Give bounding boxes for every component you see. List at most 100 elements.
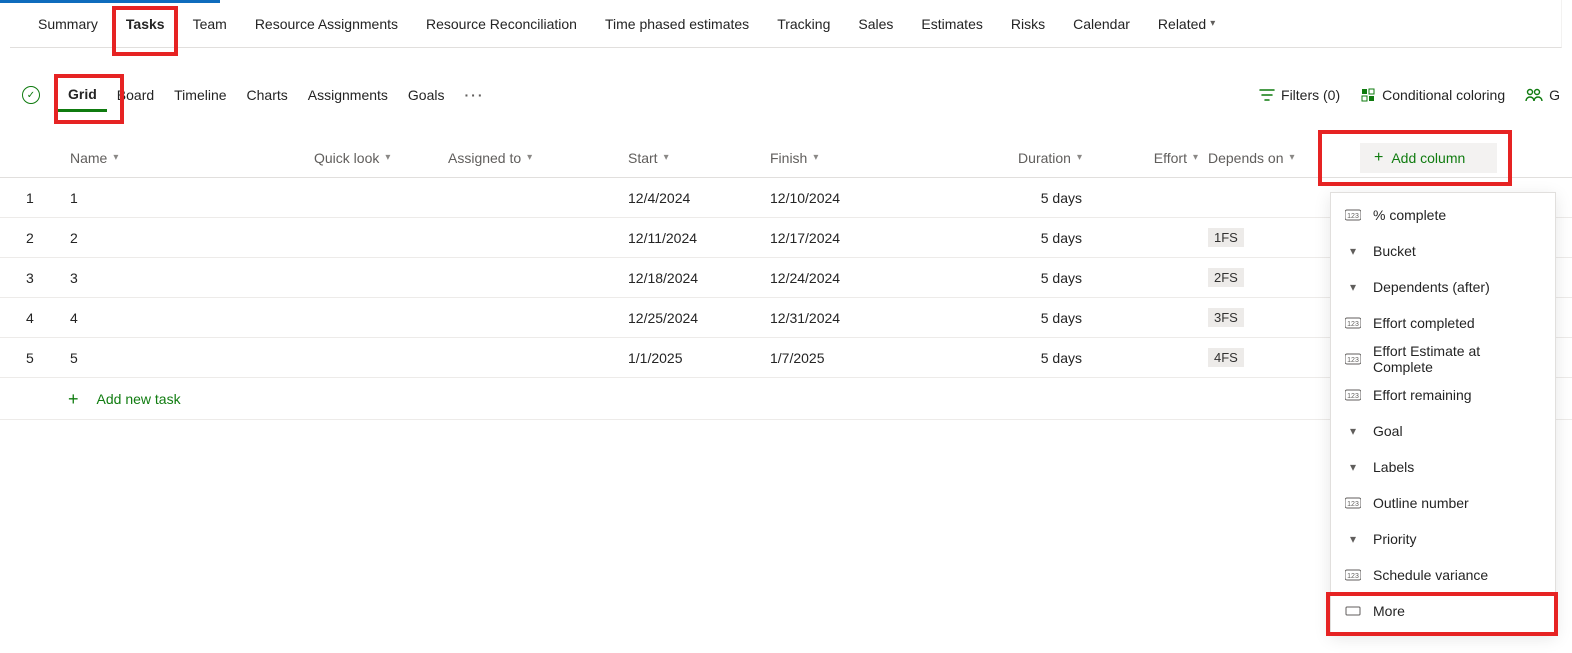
cell-finish[interactable]: 1/7/2025 <box>770 350 960 366</box>
main-tabbar: Summary Tasks Team Resource Assignments … <box>10 0 1562 48</box>
view-label: Assignments <box>308 87 388 103</box>
row-number: 3 <box>26 270 70 286</box>
dropdown-item[interactable]: ▾ Dependents (after) <box>1331 269 1555 305</box>
tab-risks[interactable]: Risks <box>997 0 1059 48</box>
cell-start[interactable]: 12/25/2024 <box>628 310 770 326</box>
cell-depends-on[interactable]: 2FS <box>1208 268 1342 287</box>
col-duration[interactable]: Duration▾ <box>960 150 1110 166</box>
col-effort[interactable]: Effort▾ <box>1110 150 1208 166</box>
cell-depends-on[interactable]: 3FS <box>1208 308 1342 327</box>
svg-text:123: 123 <box>1347 357 1359 364</box>
cell-name[interactable]: 5 <box>70 350 314 366</box>
tab-sales[interactable]: Sales <box>844 0 907 48</box>
cell-start[interactable]: 12/4/2024 <box>628 190 770 206</box>
tab-summary[interactable]: Summary <box>24 0 112 48</box>
col-label: Finish <box>770 150 807 166</box>
row-number: 2 <box>26 230 70 246</box>
dropdown-item[interactable]: 123Effort completed <box>1331 305 1555 341</box>
col-name[interactable]: Name▾ <box>70 150 314 166</box>
dropdown-item[interactable]: 123Effort remaining <box>1331 377 1555 413</box>
view-board[interactable]: Board <box>107 78 164 112</box>
dropdown-item[interactable]: 123 Effort Estimate at Complete <box>1331 341 1555 377</box>
cell-start[interactable]: 12/18/2024 <box>628 270 770 286</box>
dropdown-item-label: Bucket <box>1373 243 1416 259</box>
more-menu-button[interactable]: ··· <box>455 87 495 103</box>
dropdown-item[interactable]: ▾Priority <box>1331 521 1555 557</box>
tab-tracking[interactable]: Tracking <box>763 0 844 48</box>
field-type-icon: ▾ <box>1345 460 1361 474</box>
plus-icon: + <box>68 390 79 408</box>
cell-finish[interactable]: 12/10/2024 <box>770 190 960 206</box>
col-assigned-to[interactable]: Assigned to▾ <box>448 150 628 166</box>
dropdown-item[interactable]: ▾Goal <box>1331 413 1555 449</box>
col-label: Quick look <box>314 150 379 166</box>
tab-estimates[interactable]: Estimates <box>907 0 996 48</box>
dropdown-item[interactable]: More <box>1331 593 1555 629</box>
dropdown-item[interactable]: 123% complete <box>1331 197 1555 233</box>
dropdown-item-label: Labels <box>1373 459 1414 475</box>
add-column-button[interactable]: + Add column <box>1360 143 1497 173</box>
tab-label: Tracking <box>777 16 830 32</box>
dropdown-item[interactable]: ▾Bucket <box>1331 233 1555 269</box>
cell-depends-on[interactable]: 4FS <box>1208 348 1342 367</box>
col-finish[interactable]: Finish▾ <box>770 150 960 166</box>
dropdown-item[interactable]: 123Outline number <box>1331 485 1555 521</box>
tab-tasks[interactable]: Tasks <box>112 0 179 48</box>
dependency-tag: 4FS <box>1208 348 1244 367</box>
col-quick-look[interactable]: Quick look ▾ <box>314 150 448 166</box>
col-label: Duration <box>1018 150 1071 166</box>
col-depends-on[interactable]: Depends on▾ <box>1208 150 1342 166</box>
cell-finish[interactable]: 12/24/2024 <box>770 270 960 286</box>
field-type-icon <box>1345 605 1361 617</box>
dropdown-item-label: Effort Estimate at Complete <box>1373 343 1541 375</box>
cell-duration[interactable]: 5 days <box>960 310 1110 326</box>
check-circle-icon[interactable]: ✓ <box>22 86 40 104</box>
field-type-icon: 123 <box>1345 317 1361 329</box>
view-assignments[interactable]: Assignments <box>298 78 398 112</box>
cell-name[interactable]: 4 <box>70 310 314 326</box>
cell-duration[interactable]: 5 days <box>960 350 1110 366</box>
cell-duration[interactable]: 5 days <box>960 230 1110 246</box>
view-label: Grid <box>68 86 97 102</box>
cell-name[interactable]: 2 <box>70 230 314 246</box>
group-button[interactable]: G <box>1515 87 1560 103</box>
loading-indicator <box>0 0 220 3</box>
dropdown-item[interactable]: 123Schedule variance <box>1331 557 1555 593</box>
cell-finish[interactable]: 12/31/2024 <box>770 310 960 326</box>
tab-related[interactable]: Related ▾ <box>1144 0 1229 48</box>
cell-duration[interactable]: 5 days <box>960 190 1110 206</box>
view-timeline[interactable]: Timeline <box>164 78 236 112</box>
cell-duration[interactable]: 5 days <box>960 270 1110 286</box>
add-column-label: Add column <box>1391 150 1465 166</box>
cell-name[interactable]: 1 <box>70 190 314 206</box>
field-type-icon: 123 <box>1345 389 1361 401</box>
view-charts[interactable]: Charts <box>237 78 298 112</box>
dropdown-item-label: Dependents (after) <box>1373 279 1490 295</box>
chevron-down-icon: ▾ <box>385 152 390 163</box>
tab-resource-assignments[interactable]: Resource Assignments <box>241 0 412 48</box>
tab-label: Estimates <box>921 16 982 32</box>
view-goals[interactable]: Goals <box>398 78 455 112</box>
filters-label: Filters (0) <box>1281 87 1340 103</box>
filters-button[interactable]: Filters (0) <box>1249 87 1350 103</box>
tab-label: Resource Assignments <box>255 16 398 32</box>
field-type-icon: ▾ <box>1345 280 1361 294</box>
cell-name[interactable]: 3 <box>70 270 314 286</box>
dropdown-item[interactable]: ▾ Labels <box>1331 449 1555 485</box>
tab-resource-reconciliation[interactable]: Resource Reconciliation <box>412 0 591 48</box>
cell-start[interactable]: 12/11/2024 <box>628 230 770 246</box>
field-type-icon: 123 <box>1345 569 1361 581</box>
cell-depends-on[interactable]: 1FS <box>1208 228 1342 247</box>
tab-calendar[interactable]: Calendar <box>1059 0 1144 48</box>
tab-team[interactable]: Team <box>179 0 241 48</box>
tab-label: Summary <box>38 16 98 32</box>
view-label: Charts <box>247 87 288 103</box>
view-label: Board <box>117 87 154 103</box>
tab-time-phased[interactable]: Time phased estimates <box>591 0 763 48</box>
conditional-coloring-button[interactable]: Conditional coloring <box>1350 87 1515 103</box>
add-column-dropdown: 123% complete▾Bucket▾Dependents (after)1… <box>1330 192 1556 634</box>
col-start[interactable]: Start▾ <box>628 150 770 166</box>
cell-start[interactable]: 1/1/2025 <box>628 350 770 366</box>
cell-finish[interactable]: 12/17/2024 <box>770 230 960 246</box>
view-grid[interactable]: Grid <box>58 78 107 112</box>
